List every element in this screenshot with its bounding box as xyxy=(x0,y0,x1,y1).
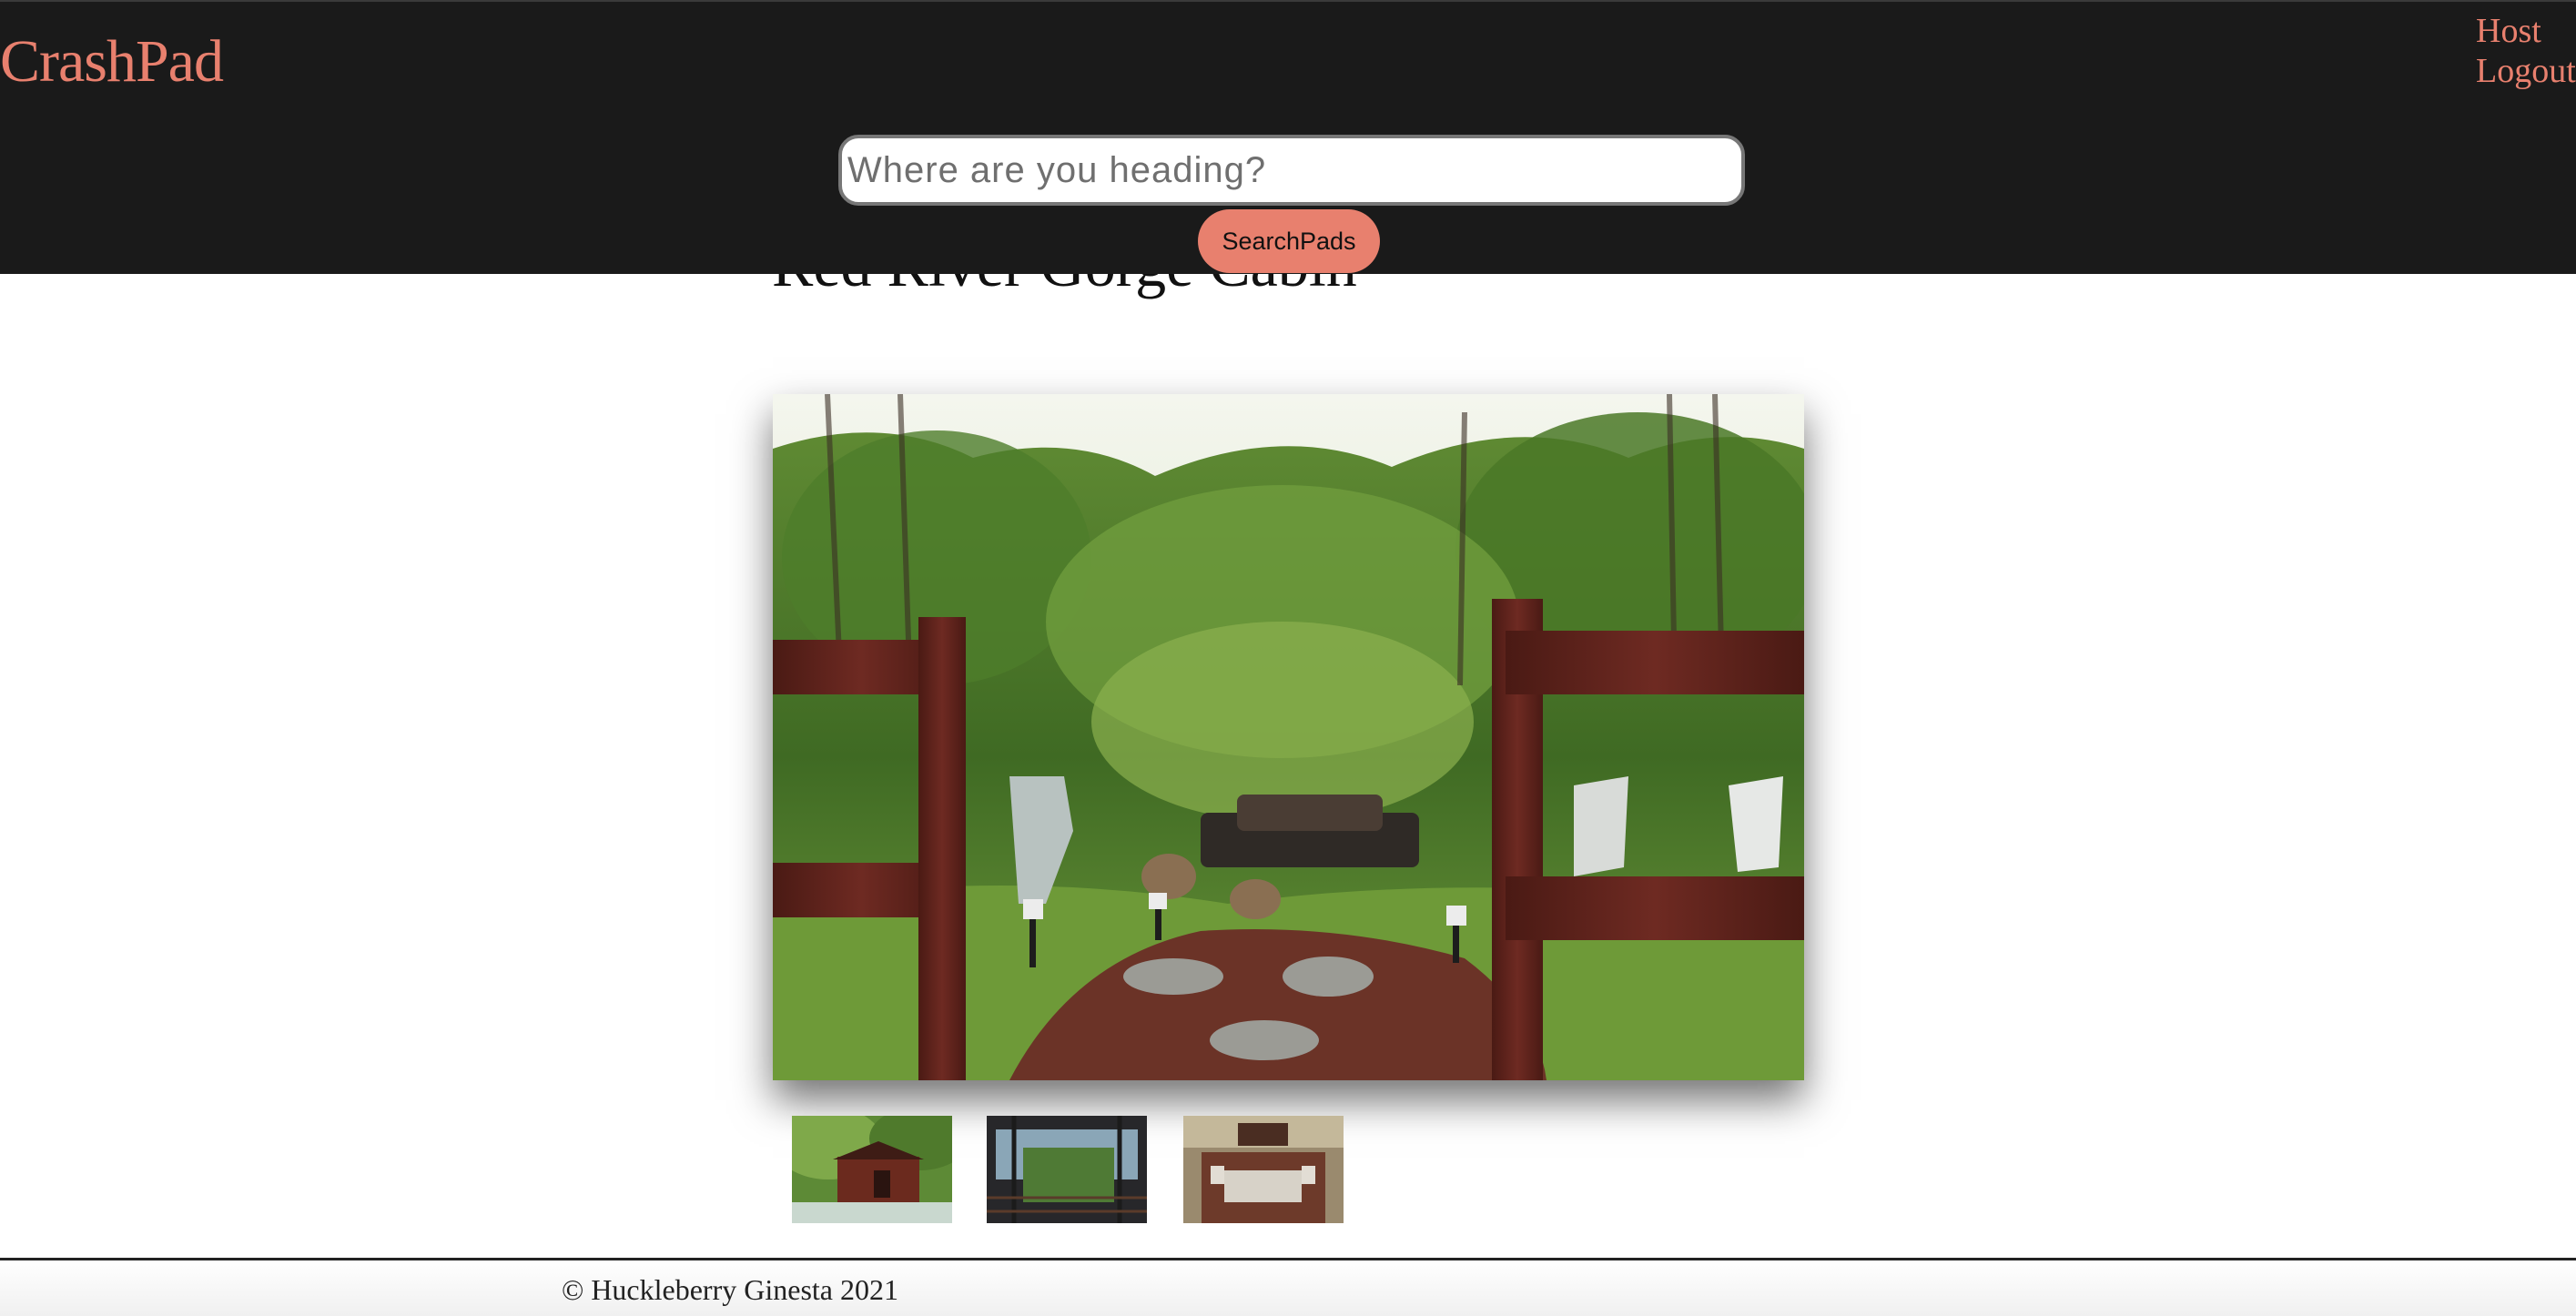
logout-link[interactable]: Logout xyxy=(2476,51,2576,91)
site-logo[interactable]: CrashPad xyxy=(0,27,224,96)
copyright-text: © Huckleberry Ginesta 2021 xyxy=(562,1273,898,1306)
search-button[interactable]: SearchPads xyxy=(1198,209,1380,273)
host-link[interactable]: Host xyxy=(2476,11,2576,51)
search-input[interactable] xyxy=(838,135,1745,206)
header-nav: Host Logout xyxy=(2476,11,2576,91)
main-listing-photo xyxy=(773,394,1804,1080)
site-header: CrashPad Host Logout SearchPads xyxy=(0,0,2576,274)
thumbnail-covered-porch[interactable] xyxy=(987,1116,1147,1223)
thumbnail-deck-furniture[interactable] xyxy=(1183,1116,1344,1223)
thumbnail-cabin-exterior[interactable] xyxy=(792,1116,952,1223)
site-footer: © Huckleberry Ginesta 2021 xyxy=(0,1258,2576,1316)
